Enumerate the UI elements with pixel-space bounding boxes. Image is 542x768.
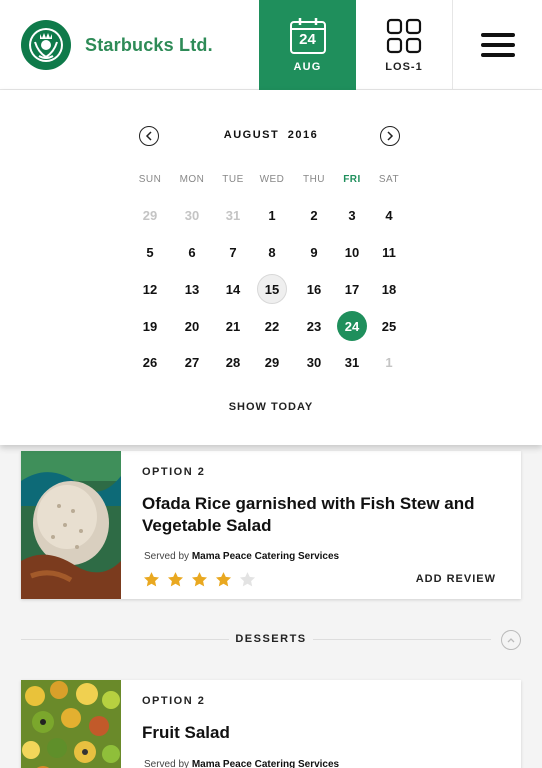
calendar-day[interactable]: 4 xyxy=(374,200,404,230)
date-selector-button[interactable]: 24 AUG xyxy=(259,0,356,90)
collapse-section-button[interactable] xyxy=(501,630,521,650)
calendar-day[interactable]: 31 xyxy=(218,200,248,230)
calendar-day[interactable]: 18 xyxy=(374,274,404,304)
weekday-label: SAT xyxy=(378,174,400,185)
add-review-button[interactable]: ADD REVIEW xyxy=(416,573,496,585)
option-label: OPTION 2 xyxy=(142,695,206,707)
calendar-day[interactable]: 7 xyxy=(218,237,248,267)
dessert-option-card[interactable]: OPTION 2 Fruit Salad Served by Mama Peac… xyxy=(21,680,521,768)
calendar-day[interactable]: 23 xyxy=(299,311,329,341)
dessert-thumbnail xyxy=(21,680,121,768)
calendar-day[interactable]: 20 xyxy=(177,311,207,341)
selected-month-label: AUG xyxy=(293,61,322,73)
calendar-day[interactable]: 3 xyxy=(337,200,367,230)
calendar-day[interactable]: 30 xyxy=(177,200,207,230)
location-selector-button[interactable]: LOS-1 xyxy=(356,0,453,90)
meal-thumbnail xyxy=(21,451,121,599)
calendar-icon: 24 xyxy=(289,17,327,55)
show-today-button[interactable]: SHOW TODAY xyxy=(0,401,542,413)
dessert-option-details: OPTION 2 Fruit Salad Served by Mama Peac… xyxy=(121,680,521,768)
star-filled-icon[interactable] xyxy=(143,571,160,588)
calendar-day[interactable]: 28 xyxy=(218,347,248,377)
caterer-name[interactable]: Mama Peace Catering Services xyxy=(192,759,339,768)
calendar-day[interactable]: 13 xyxy=(177,274,207,304)
dessert-title: Fruit Salad xyxy=(142,723,230,742)
selected-day-number: 24 xyxy=(299,31,316,48)
calendar-day[interactable]: 25 xyxy=(374,311,404,341)
weekday-label: TUE xyxy=(222,174,244,185)
meal-option-card[interactable]: OPTION 2 Ofada Rice garnished with Fish … xyxy=(21,451,521,599)
served-prefix: Served by xyxy=(144,551,190,562)
section-label: DESSERTS xyxy=(235,633,307,645)
desserts-section-header: DESSERTS xyxy=(21,629,521,650)
meal-option-details: OPTION 2 Ofada Rice garnished with Fish … xyxy=(121,451,521,599)
calendar-day[interactable]: 1 xyxy=(374,347,404,377)
next-month-button[interactable] xyxy=(380,126,400,146)
rating-stars[interactable] xyxy=(143,571,263,588)
month-label: AUGUST xyxy=(223,129,280,141)
calendar-day[interactable]: 21 xyxy=(218,311,248,341)
weekday-label: MON xyxy=(179,174,205,185)
brand-name: Starbucks Ltd. xyxy=(85,34,213,55)
hamburger-menu-icon xyxy=(480,27,515,63)
calendar-day[interactable]: 31 xyxy=(337,347,367,377)
star-filled-icon[interactable] xyxy=(167,571,184,588)
brand[interactable]: Starbucks Ltd. xyxy=(0,0,259,90)
calendar-day[interactable]: 5 xyxy=(135,237,165,267)
calendar-day[interactable]: 16 xyxy=(299,274,329,304)
menu-button[interactable] xyxy=(453,0,542,89)
calendar-day[interactable]: 9 xyxy=(299,237,329,267)
calendar-day[interactable]: 1 xyxy=(257,200,287,230)
calendar-day[interactable]: 29 xyxy=(257,347,287,377)
served-by: Served by Mama Peace Catering Services xyxy=(144,759,339,768)
weekday-label: FRI xyxy=(343,174,361,185)
calendar-day[interactable]: 14 xyxy=(218,274,248,304)
calendar-day[interactable]: 27 xyxy=(177,347,207,377)
calendar-day[interactable]: 12 xyxy=(135,274,165,304)
calendar-day[interactable]: 8 xyxy=(257,237,287,267)
calendar-day[interactable]: 29 xyxy=(135,200,165,230)
year-label: 2016 xyxy=(287,129,319,141)
chevron-right-icon xyxy=(387,131,394,141)
star-empty-icon[interactable] xyxy=(239,571,256,588)
calendar-day[interactable]: 11 xyxy=(374,237,404,267)
calendar-day[interactable]: 19 xyxy=(135,311,165,341)
calendar-navigation: AUGUST 2016 xyxy=(0,126,542,146)
calendar-day-selected[interactable]: 24 xyxy=(337,311,367,341)
grid-icon xyxy=(386,18,422,53)
calendar-day[interactable]: 22 xyxy=(257,311,287,341)
weekday-label: THU xyxy=(302,174,326,185)
calendar-day[interactable]: 26 xyxy=(135,347,165,377)
starbucks-logo-icon xyxy=(21,20,71,70)
calendar-day[interactable]: 30 xyxy=(299,347,329,377)
calendar-day[interactable]: 17 xyxy=(337,274,367,304)
served-prefix: Served by xyxy=(144,759,190,768)
calendar-day-today[interactable]: 15 xyxy=(257,274,287,304)
chevron-up-icon xyxy=(507,638,515,643)
served-by: Served by Mama Peace Catering Services xyxy=(144,551,339,562)
app-header: Starbucks Ltd. 24 AUG LOS-1 xyxy=(0,0,542,90)
calendar-dropdown: AUGUST 2016 SUN MON TUE WED THU FRI SAT 29 30 31… xyxy=(0,90,542,445)
weekday-label: WED xyxy=(259,174,285,185)
option-label: OPTION 2 xyxy=(142,466,206,478)
star-filled-icon[interactable] xyxy=(191,571,208,588)
weekday-label: SUN xyxy=(138,174,162,185)
calendar-day[interactable]: 6 xyxy=(177,237,207,267)
month-year-label: AUGUST 2016 xyxy=(0,129,542,141)
caterer-name[interactable]: Mama Peace Catering Services xyxy=(192,551,339,562)
location-label: LOS-1 xyxy=(385,60,423,73)
star-filled-icon[interactable] xyxy=(215,571,232,588)
calendar-day[interactable]: 10 xyxy=(337,237,367,267)
calendar-day[interactable]: 2 xyxy=(299,200,329,230)
meal-title: Ofada Rice garnished with Fish Stew and … xyxy=(142,494,475,535)
